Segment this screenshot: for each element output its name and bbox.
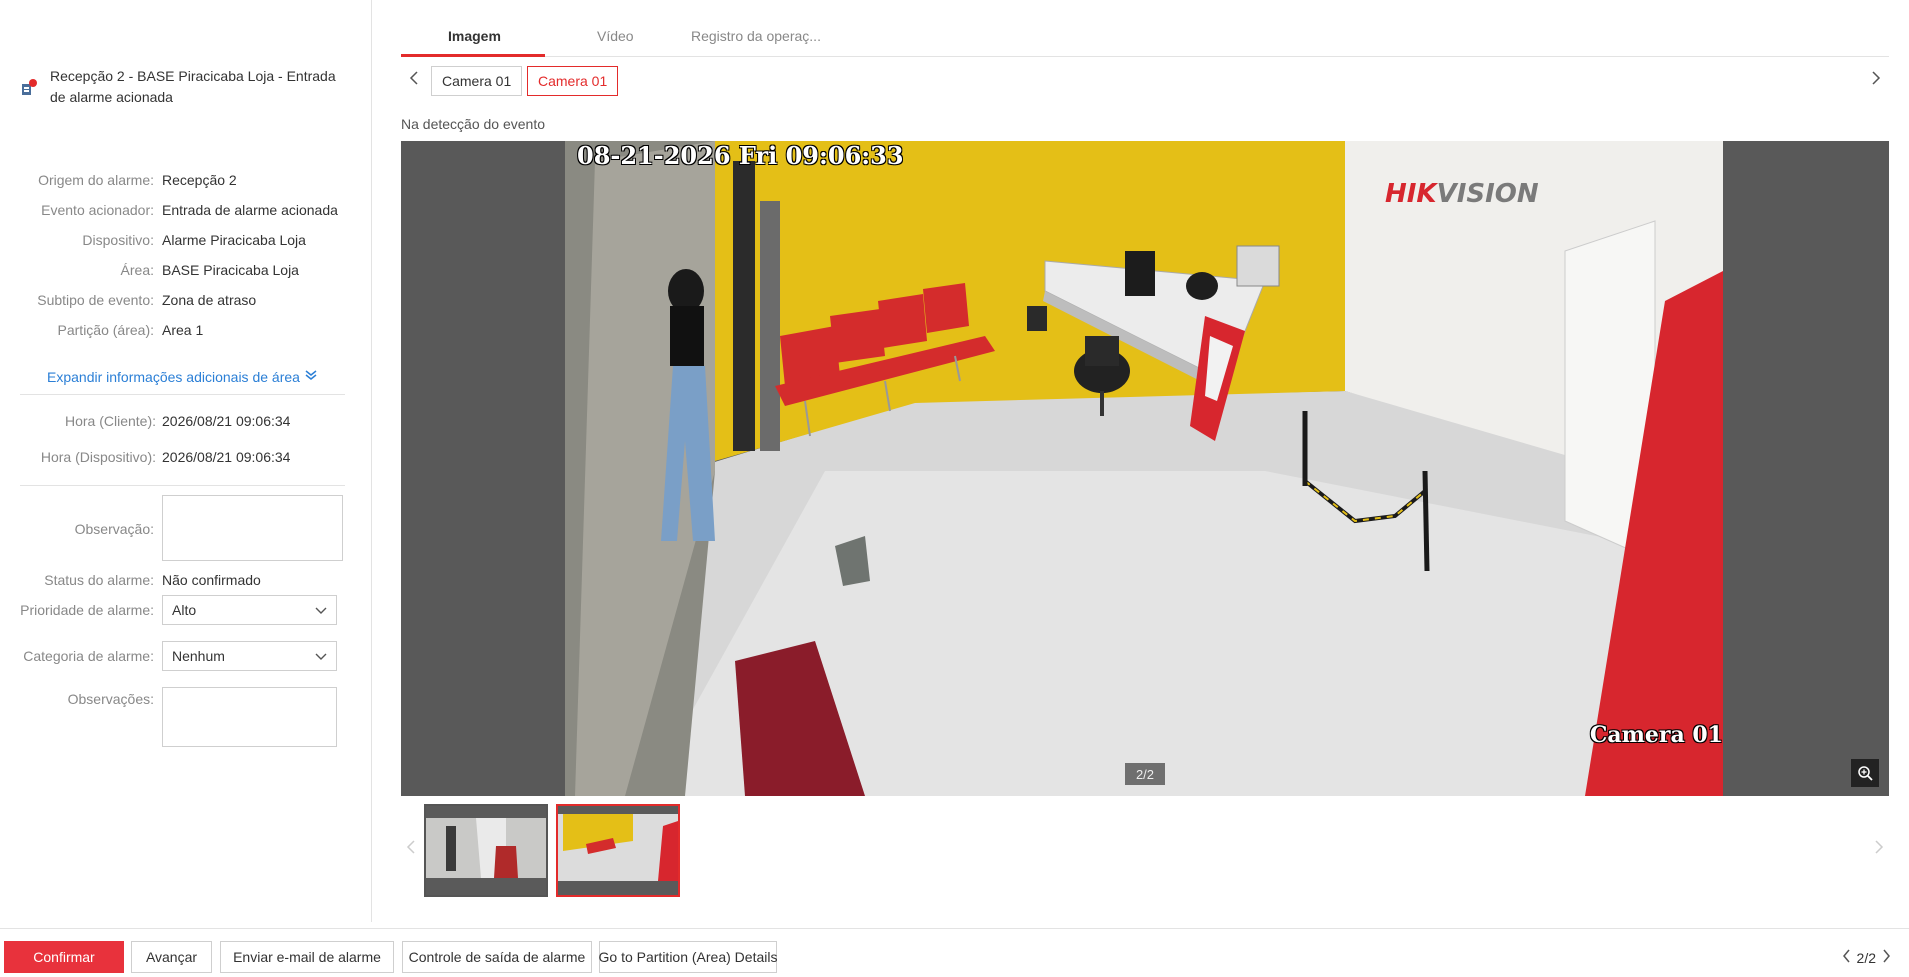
divider (20, 485, 345, 486)
time-row-client: Hora (Cliente): 2026/08/21 09:06:34 (0, 413, 372, 429)
info-label: Subtipo de evento: (37, 292, 154, 308)
info-row-origin: Origem do alarme: Recepção 2 (0, 165, 372, 195)
osd-timestamp: 08-21-2026 Fri 09:06:33 (577, 141, 904, 170)
priority-value: Alto (172, 602, 197, 618)
image-page-indicator: 2/2 (1125, 763, 1165, 785)
partition-details-button[interactable]: Go to Partition (Area) Details (599, 941, 777, 973)
category-select[interactable]: Nenhum (162, 641, 337, 671)
chevron-right-icon[interactable] (1871, 70, 1881, 91)
info-value: Zona de atraso (162, 292, 257, 308)
alarm-title: Recepção 2 - BASE Piracicaba Loja - Entr… (50, 68, 336, 105)
thumb-prev-icon[interactable] (406, 839, 416, 860)
priority-label: Prioridade de alarme: (20, 602, 154, 618)
active-tab-indicator (401, 54, 545, 57)
thumbnail-1[interactable] (424, 804, 548, 897)
time-label: Hora (Cliente): (64, 413, 156, 429)
pager-next-icon[interactable] (1882, 949, 1891, 966)
chevron-down-icon (315, 602, 327, 618)
info-row-event-subtype: Subtipo de evento: Zona de atraso (0, 285, 372, 315)
camera-tab-1[interactable]: Camera 01 (431, 66, 523, 96)
info-value: Area 1 (162, 322, 204, 338)
pager-prev-icon[interactable] (1842, 949, 1851, 966)
osd-brand-vision: VISION (1436, 179, 1539, 209)
info-label: Área: (120, 262, 154, 278)
info-row-partition: Partição (área): Area 1 (0, 315, 372, 345)
alarm-output-control-button[interactable]: Controle de saída de alarme (402, 941, 592, 973)
thumbnail-2[interactable] (556, 804, 680, 897)
info-value: Alarme Piracicaba Loja (162, 232, 306, 248)
info-row-device: Dispositivo: Alarme Piracicaba Loja (0, 225, 372, 255)
time-label: Hora (Dispositivo): (40, 449, 156, 465)
send-alarm-email-button[interactable]: Enviar e-mail de alarme (220, 941, 394, 973)
divider (20, 394, 345, 395)
camera-selector: Camera 01 Camera 01 (401, 66, 1889, 96)
info-value: BASE Piracicaba Loja (162, 262, 299, 278)
info-value: Recepção 2 (162, 172, 237, 188)
alarm-detail-window: Recepção 2 - BASE Piracicaba Loja - Entr… (0, 0, 1909, 977)
time-value: 2026/08/21 09:06:34 (162, 449, 291, 465)
status-value: Não confirmado (162, 572, 261, 588)
remarks-row: Observações: (0, 687, 372, 747)
action-bar: Confirmar Avançar Enviar e-mail de alarm… (0, 928, 1909, 977)
alarm-pager: 2/2 (1842, 949, 1891, 966)
osd-brand-logo: HIKVISION (1385, 179, 1539, 209)
zoom-in-icon[interactable] (1851, 759, 1879, 787)
observation-row: Observação: (0, 495, 372, 561)
status-row: Status do alarme: Não confirmado (0, 572, 372, 588)
capture-moment-label: Na detecção do evento (401, 116, 545, 132)
tab-video[interactable]: Vídeo (597, 28, 634, 44)
thumb-next-icon[interactable] (1874, 839, 1884, 860)
camera-snapshot: 08-21-2026 Fri 09:06:33 HIKVISION Camera… (565, 141, 1723, 796)
alarm-title-row: Recepção 2 - BASE Piracicaba Loja - Entr… (20, 66, 350, 108)
observation-textarea[interactable] (162, 495, 343, 561)
confirm-button[interactable]: Confirmar (4, 941, 124, 973)
osd-camera-name: Camera 01 (1589, 722, 1723, 748)
expand-area-info-label: Expandir informações adicionais de área (47, 368, 300, 385)
info-label: Dispositivo: (82, 232, 154, 248)
priority-row: Prioridade de alarme: Alto (0, 595, 372, 625)
tab-image[interactable]: Imagem (448, 28, 501, 44)
alarm-info-list: Origem do alarme: Recepção 2 Evento acio… (0, 165, 372, 345)
camera-tab-2[interactable]: Camera 01 (527, 66, 619, 96)
tab-operation-log[interactable]: Registro da operaç... (691, 28, 821, 44)
info-label: Origem do alarme: (38, 172, 154, 188)
osd-brand-hik: HIK (1385, 179, 1437, 209)
time-value: 2026/08/21 09:06:34 (162, 413, 291, 429)
thumbnail-strip (401, 803, 1889, 898)
chevron-left-icon[interactable] (409, 70, 419, 91)
content-tabs: Imagem Vídeo Registro da operaç... (401, 22, 1889, 57)
expand-area-info-link[interactable]: Expandir informações adicionais de área (47, 368, 318, 385)
pager-count: 2/2 (1856, 949, 1876, 966)
double-chevron-down-icon (304, 368, 318, 385)
status-label: Status do alarme: (44, 572, 154, 588)
alarm-info-panel: Recepção 2 - BASE Piracicaba Loja - Entr… (0, 0, 372, 922)
image-viewer[interactable]: 08-21-2026 Fri 09:06:33 HIKVISION Camera… (401, 141, 1889, 796)
remarks-label: Observações: (67, 691, 154, 707)
info-row-trigger-event: Evento acionador: Entrada de alarme acio… (0, 195, 372, 225)
observation-label: Observação: (74, 521, 154, 537)
category-value: Nenhum (172, 648, 225, 664)
priority-select[interactable]: Alto (162, 595, 337, 625)
info-value: Entrada de alarme acionada (162, 202, 338, 218)
time-row-device: Hora (Dispositivo): 2026/08/21 09:06:34 (0, 449, 372, 465)
alarm-input-icon (20, 78, 38, 96)
chevron-down-icon (315, 648, 327, 664)
category-label: Categoria de alarme: (23, 648, 154, 664)
info-label: Evento acionador: (41, 202, 154, 218)
next-button[interactable]: Avançar (131, 941, 212, 973)
info-row-area: Área: BASE Piracicaba Loja (0, 255, 372, 285)
remarks-textarea[interactable] (162, 687, 337, 747)
info-label: Partição (área): (57, 322, 154, 338)
category-row: Categoria de alarme: Nenhum (0, 641, 372, 671)
